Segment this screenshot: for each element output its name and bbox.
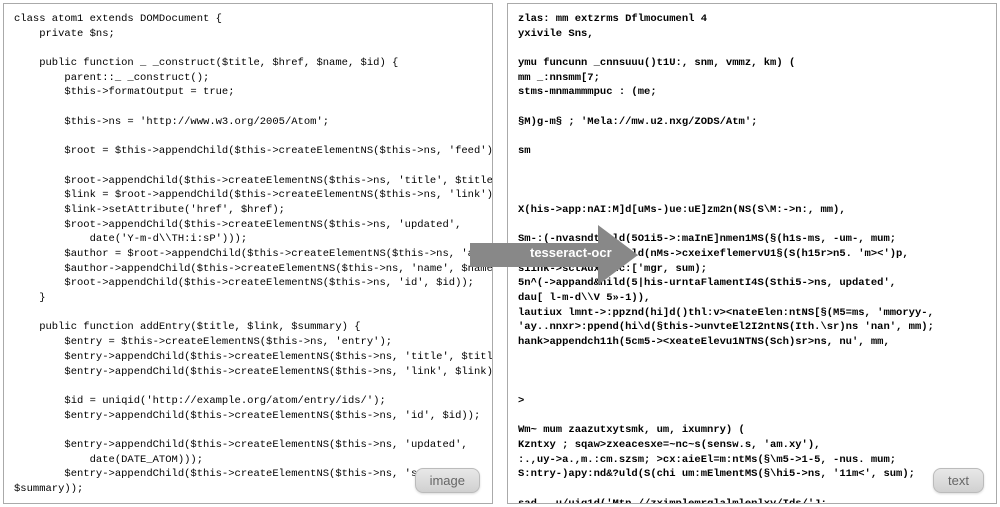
source-code-text: class atom1 extends DOMDocument { privat… [14, 12, 482, 504]
arrow-label: tesseract-ocr [530, 245, 612, 260]
ocr-arrow: tesseract-ocr [470, 225, 640, 285]
source-image-panel: class atom1 extends DOMDocument { privat… [3, 3, 493, 504]
image-badge: image [415, 468, 480, 493]
text-badge: text [933, 468, 984, 493]
